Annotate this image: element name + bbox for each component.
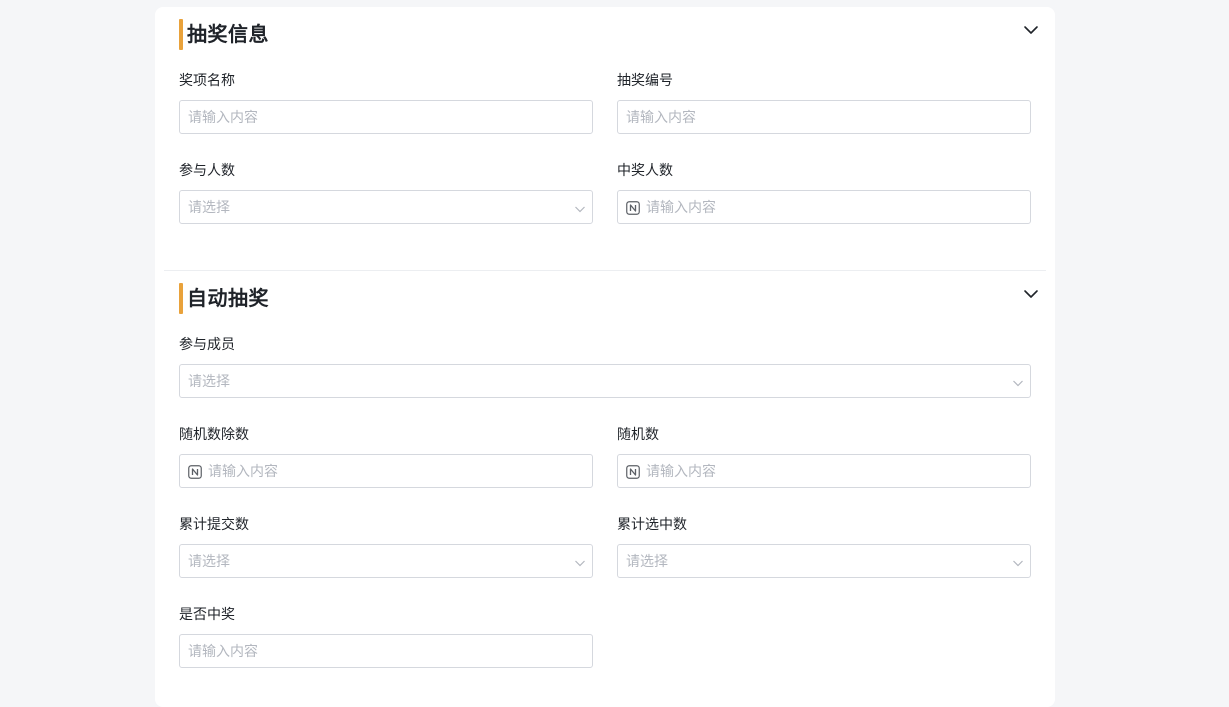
is-winner-input[interactable]: 请输入内容 bbox=[179, 634, 593, 668]
select-arrow-icon bbox=[575, 206, 585, 213]
total-selected-label: 累计选中数 bbox=[617, 517, 687, 533]
number-icon bbox=[188, 465, 202, 479]
random-number-input[interactable]: 请输入内容 bbox=[617, 454, 1031, 488]
section-accent-bar bbox=[179, 283, 183, 314]
prize-name-input[interactable]: 请输入内容 bbox=[179, 100, 593, 134]
random-divisor-number-input[interactable]: 请输入内容 bbox=[179, 454, 593, 488]
lottery-number-placeholder: 请输入内容 bbox=[626, 110, 696, 126]
total-selected-select[interactable]: 请选择 bbox=[617, 544, 1031, 578]
total-selected-placeholder: 请选择 bbox=[626, 554, 668, 570]
random-number-placeholder: 请输入内容 bbox=[646, 464, 716, 480]
prize-name-label: 奖项名称 bbox=[179, 73, 235, 89]
select-arrow-icon bbox=[1013, 380, 1023, 387]
section-title: 自动抽奖 bbox=[187, 286, 269, 310]
total-submits-select[interactable]: 请选择 bbox=[179, 544, 593, 578]
form-card: 抽奖信息 奖项名称 请输入内容 抽奖编号 请输入内容 参与人数 请选择 中奖人数… bbox=[155, 7, 1055, 707]
winners-label: 中奖人数 bbox=[617, 163, 673, 179]
select-arrow-icon bbox=[1013, 560, 1023, 567]
section-divider bbox=[164, 270, 1046, 271]
section-accent-bar bbox=[179, 19, 183, 50]
participants-placeholder: 请选择 bbox=[188, 200, 230, 216]
section-header-lottery-info: 抽奖信息 bbox=[179, 19, 1038, 50]
total-submits-label: 累计提交数 bbox=[179, 517, 249, 533]
total-submits-placeholder: 请选择 bbox=[188, 554, 230, 570]
members-label: 参与成员 bbox=[179, 337, 235, 353]
number-icon bbox=[626, 201, 640, 215]
number-icon bbox=[626, 465, 640, 479]
select-arrow-icon bbox=[575, 560, 585, 567]
chevron-down-icon[interactable] bbox=[1023, 286, 1039, 302]
chevron-down-icon[interactable] bbox=[1023, 22, 1039, 38]
members-placeholder: 请选择 bbox=[188, 374, 230, 390]
participants-label: 参与人数 bbox=[179, 163, 235, 179]
random-divisor-placeholder: 请输入内容 bbox=[208, 464, 278, 480]
is-winner-label: 是否中奖 bbox=[179, 607, 235, 623]
winners-number-input[interactable]: 请输入内容 bbox=[617, 190, 1031, 224]
is-winner-placeholder: 请输入内容 bbox=[188, 644, 258, 660]
lottery-number-input[interactable]: 请输入内容 bbox=[617, 100, 1031, 134]
lottery-number-label: 抽奖编号 bbox=[617, 73, 673, 89]
members-select[interactable]: 请选择 bbox=[179, 364, 1031, 398]
random-number-label: 随机数 bbox=[617, 427, 659, 443]
section-title: 抽奖信息 bbox=[187, 22, 269, 46]
section-header-auto-draw: 自动抽奖 bbox=[179, 283, 1038, 314]
winners-placeholder: 请输入内容 bbox=[646, 200, 716, 216]
prize-name-placeholder: 请输入内容 bbox=[188, 110, 258, 126]
random-divisor-label: 随机数除数 bbox=[179, 427, 249, 443]
participants-select[interactable]: 请选择 bbox=[179, 190, 593, 224]
